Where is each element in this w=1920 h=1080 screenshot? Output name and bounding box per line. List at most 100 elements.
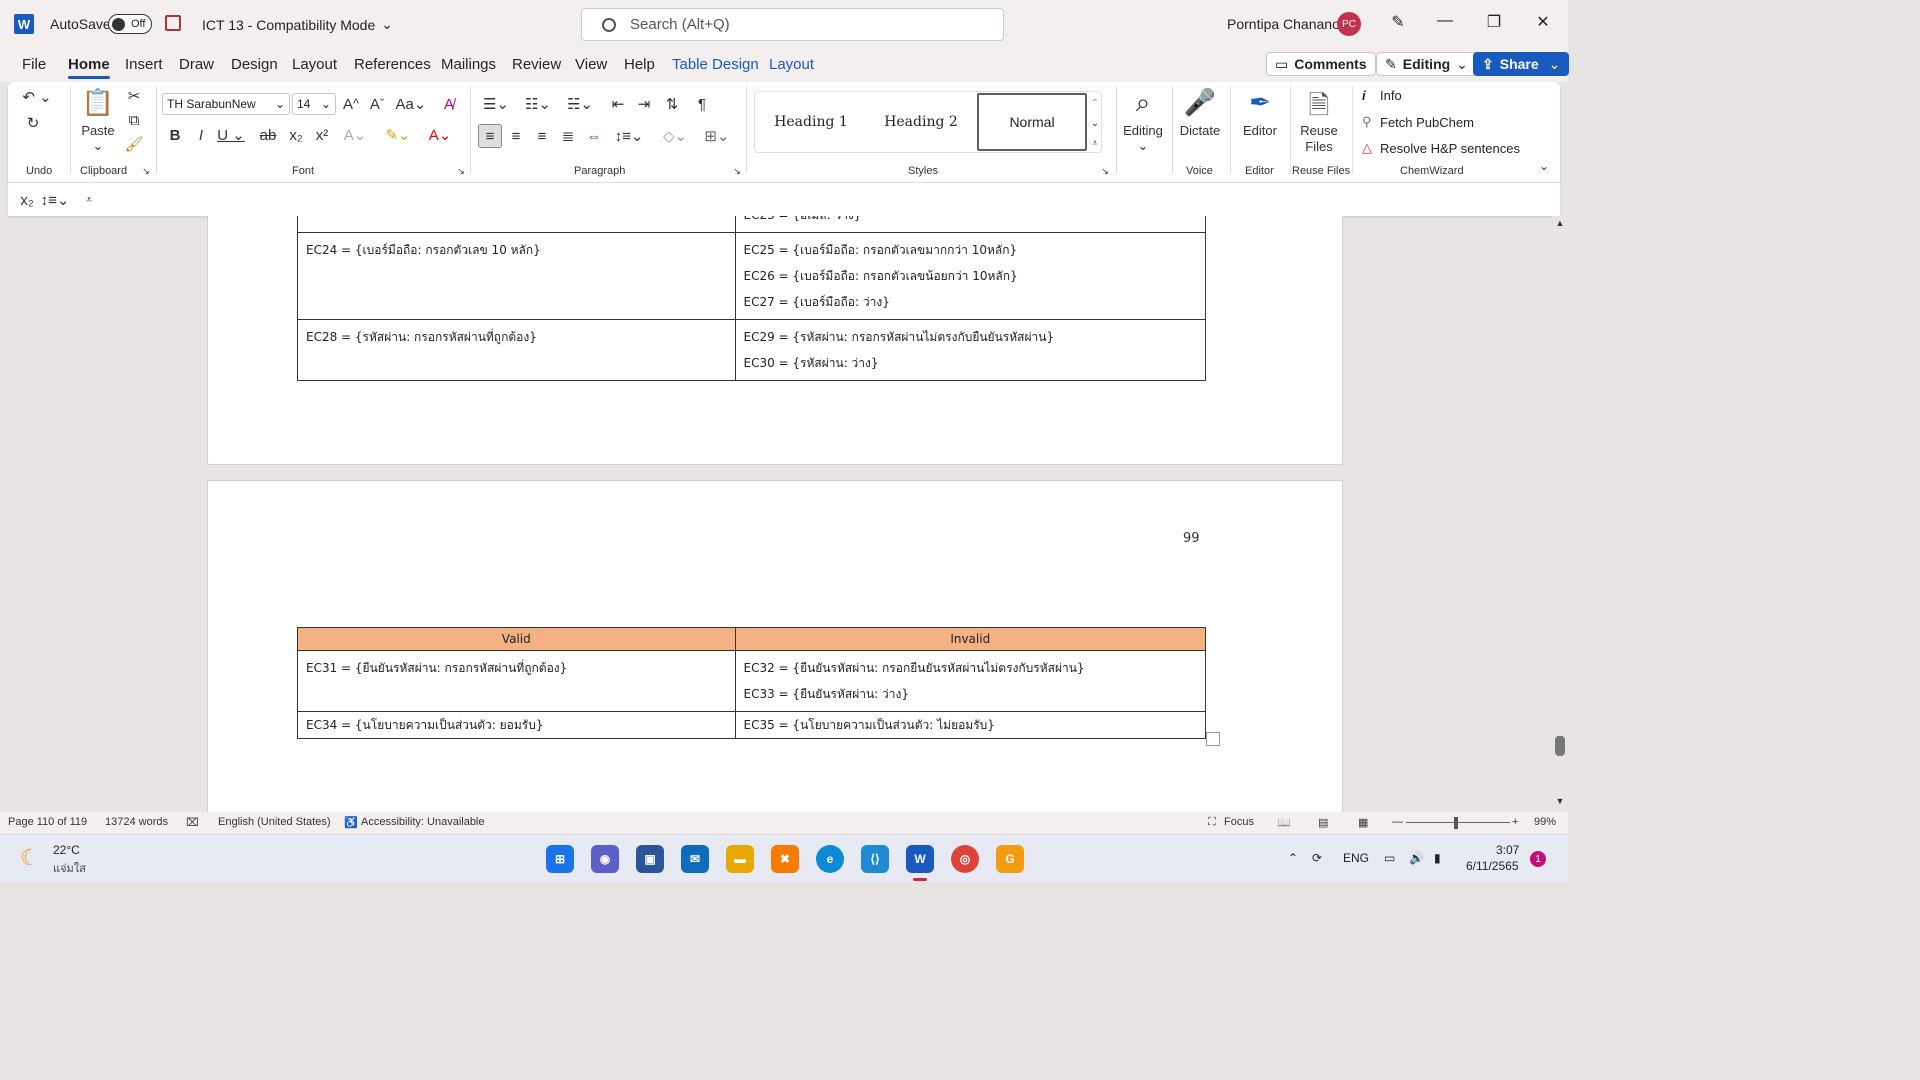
xampp-icon[interactable]: ✖: [771, 845, 799, 873]
chemwizard-resolve[interactable]: △ Resolve H&P sentences: [1362, 140, 1520, 156]
align-center-icon[interactable]: ≡: [506, 124, 526, 148]
accessibility-status[interactable]: Accessibility: Unavailable: [361, 816, 485, 828]
language-status[interactable]: English (United States): [218, 816, 331, 828]
customize-toolbar-icon[interactable]: ⩡: [82, 191, 96, 209]
read-mode-icon[interactable]: 📖: [1277, 816, 1291, 829]
copy-icon[interactable]: ⧉: [124, 110, 144, 130]
underline-icon[interactable]: U ⌄: [216, 124, 246, 146]
table-cell-invalid[interactable]: EC23 = {อีเมล: ว่าง}: [734, 216, 1206, 233]
tab-home[interactable]: Home: [68, 56, 110, 79]
paste-button[interactable]: 📋 Paste ⌄: [80, 87, 116, 154]
tab-insert[interactable]: Insert: [125, 56, 163, 73]
dialog-launcher-icon[interactable]: ↘: [1100, 166, 1110, 176]
table-cell-valid[interactable]: [297, 216, 736, 233]
reuse-files-button[interactable]: 🗎 Reuse Files: [1296, 87, 1342, 155]
line-spacing-icon[interactable]: ↕≡⌄: [612, 124, 646, 148]
zoom-slider[interactable]: [1406, 822, 1510, 823]
table-cell-invalid[interactable]: EC35 = {นโยบายความเป็นส่วนตัว: ไม่ยอมรับ…: [734, 711, 1207, 739]
font-name-select[interactable]: TH SarabunNew ⌄: [162, 93, 290, 115]
tab-references[interactable]: References: [354, 56, 431, 73]
shading-icon[interactable]: ◇⌄: [658, 124, 692, 148]
tab-table-design[interactable]: Table Design: [672, 56, 759, 73]
document-title[interactable]: ICT 13 - Compatibility Mode ⌄: [202, 16, 393, 33]
mail-icon[interactable]: ✉: [681, 845, 709, 873]
print-layout-icon[interactable]: ▤: [1318, 816, 1328, 829]
dialog-launcher-icon[interactable]: ↘: [456, 166, 466, 176]
justify-icon[interactable]: ≣: [558, 124, 578, 148]
word-taskbar-icon[interactable]: W: [906, 845, 934, 881]
restore-icon[interactable]: ❐: [1482, 12, 1506, 32]
dictate-button[interactable]: 🎤 Dictate: [1176, 87, 1224, 138]
vertical-scrollbar[interactable]: ▲ ▼: [1552, 216, 1568, 812]
share-button[interactable]: ⇪ Share ⌄: [1473, 52, 1570, 76]
search-input[interactable]: Search (Alt+Q): [581, 8, 1004, 41]
multilevel-list-icon[interactable]: ☵⌄: [564, 93, 596, 115]
tab-layout[interactable]: Layout: [292, 56, 337, 73]
style-heading-2[interactable]: Heading 2: [871, 102, 971, 142]
tab-draw[interactable]: Draw: [179, 56, 214, 73]
scrollbar-thumb[interactable]: [1555, 736, 1565, 756]
style-heading-1[interactable]: Heading 1: [761, 102, 861, 142]
table-cell-invalid[interactable]: EC25 = {เบอร์มือถือ: กรอกตัวเลขมากกว่า 1…: [734, 232, 1206, 320]
align-right-icon[interactable]: ≡: [532, 124, 552, 148]
zoom-in-icon[interactable]: +: [1512, 816, 1518, 828]
volume-icon[interactable]: 🔊: [1409, 851, 1424, 865]
bold-icon[interactable]: B: [166, 124, 184, 146]
chevron-up-icon[interactable]: ⌃: [1288, 851, 1298, 865]
shrink-font-icon[interactable]: Aˇ: [366, 93, 388, 115]
line-spacing-icon[interactable]: ↕≡⌄: [40, 191, 70, 209]
collapse-ribbon-icon[interactable]: ⌄: [1536, 158, 1552, 174]
tab-design[interactable]: Design: [231, 56, 278, 73]
font-color-icon[interactable]: A⌄: [422, 124, 458, 146]
column-header-valid[interactable]: Valid: [297, 627, 736, 651]
increase-indent-icon[interactable]: ⇥: [634, 93, 654, 115]
format-painter-icon[interactable]: 🖌: [124, 134, 144, 154]
grow-font-icon[interactable]: A ^: [340, 93, 362, 115]
battery-icon[interactable]: ▮: [1434, 851, 1441, 865]
numbering-icon[interactable]: ☷⌄: [522, 93, 554, 115]
style-normal[interactable]: Normal: [977, 93, 1087, 151]
file-explorer-icon[interactable]: ▬: [726, 845, 754, 873]
chemwizard-info[interactable]: i Info: [1362, 88, 1402, 103]
dialog-launcher-icon[interactable]: ↘: [732, 166, 742, 176]
zoom-out-icon[interactable]: —: [1392, 816, 1403, 828]
change-case-icon[interactable]: Aa⌄: [394, 93, 428, 115]
table-cell-valid[interactable]: EC28 = {รหัสผ่าน: กรอกรหัสผ่านที่ถูกต้อง…: [297, 319, 736, 381]
display-icon[interactable]: ▭: [1384, 851, 1395, 865]
table-cell-valid[interactable]: EC31 = {ยืนยันรหัสผ่าน: กรอกรหัสผ่านที่ถ…: [297, 650, 736, 712]
cut-icon[interactable]: ✂: [124, 86, 144, 106]
clock-time[interactable]: 3:07: [1496, 843, 1519, 857]
subscript-icon[interactable]: x₂: [18, 191, 36, 209]
scroll-down-arrow-icon[interactable]: ▼: [1555, 796, 1565, 806]
tab-review[interactable]: Review: [512, 56, 561, 73]
notification-badge[interactable]: 1: [1530, 851, 1546, 867]
clock-date[interactable]: 6/11/2565: [1466, 859, 1519, 873]
tab-mailings[interactable]: Mailings: [441, 56, 496, 73]
input-language[interactable]: ENG: [1343, 851, 1369, 865]
table-cell-invalid[interactable]: EC29 = {รหัสผ่าน: กรอกรหัสผ่านไม่ตรงกับย…: [734, 319, 1206, 381]
avatar[interactable]: PC: [1337, 12, 1361, 36]
table-cell-valid[interactable]: EC24 = {เบอร์มือถือ: กรอกตัวเลข 10 หลัก}: [297, 232, 736, 320]
scroll-up-icon[interactable]: ⌃: [1089, 94, 1101, 112]
distributed-icon[interactable]: ⇔: [584, 124, 604, 148]
proofing-icon[interactable]: ⌧: [186, 816, 199, 829]
page-count[interactable]: Page 110 of 119: [8, 816, 87, 828]
windows-start-icon[interactable]: ⊞: [546, 845, 574, 873]
word-count[interactable]: 13724 words: [105, 816, 168, 828]
vscode-icon[interactable]: ⟨⟩: [861, 845, 889, 873]
editor-button[interactable]: ✒ Editor: [1236, 87, 1284, 138]
clear-formatting-icon[interactable]: A̸: [438, 93, 460, 115]
redo-icon[interactable]: ↻: [22, 112, 44, 134]
close-icon[interactable]: ✕: [1531, 12, 1555, 32]
scroll-up-arrow-icon[interactable]: ▲: [1555, 218, 1565, 228]
weather-description[interactable]: แจ่มใส: [53, 859, 86, 877]
undo-icon[interactable]: ↶ ⌄: [22, 86, 52, 108]
focus-mode[interactable]: Focus: [1224, 816, 1254, 828]
store-icon[interactable]: ▣: [636, 845, 664, 873]
sync-icon[interactable]: ⟳: [1312, 851, 1322, 865]
scroll-down-icon[interactable]: ⌄: [1089, 114, 1101, 132]
column-header-invalid[interactable]: Invalid: [734, 627, 1207, 651]
bullets-icon[interactable]: ☰⌄: [480, 93, 512, 115]
document-canvas[interactable]: EC23 = {อีเมล: ว่าง} EC24 = {เบอร์มือถือ…: [0, 216, 1552, 812]
italic-icon[interactable]: I: [192, 124, 210, 146]
